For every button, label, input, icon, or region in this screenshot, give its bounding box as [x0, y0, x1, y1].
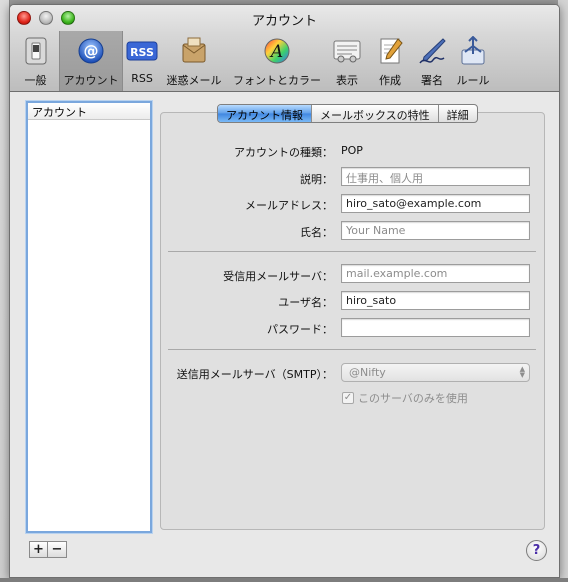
- junk-mail-icon: [162, 34, 226, 68]
- tab-account-information[interactable]: アカウント情報: [218, 105, 312, 122]
- only-this-server-checkbox[interactable]: ✓: [342, 392, 354, 404]
- help-button[interactable]: ?: [526, 540, 547, 561]
- section-divider: [168, 349, 536, 350]
- add-account-button[interactable]: +: [29, 541, 48, 558]
- toolbar-item-fonts-colors[interactable]: A フォントとカラー: [229, 31, 325, 91]
- accounts-list-header: アカウント: [28, 103, 150, 120]
- preferences-window: アカウント 一般 @ アカウント RSS RSS 迷惑メール A フォントとカラ…: [9, 4, 560, 578]
- accounts-list-buttons: + −: [29, 541, 67, 558]
- rss-icon: RSS: [124, 34, 160, 68]
- only-this-server-label: このサーバのみを使用: [358, 392, 468, 405]
- window-title: アカウント: [251, 14, 317, 29]
- only-this-server-row[interactable]: ✓ このサーバのみを使用: [342, 390, 468, 406]
- font-icon: A: [229, 34, 325, 68]
- full-name-label: 氏名：: [300, 226, 333, 239]
- popup-arrows-icon: ▲ ▼: [519, 365, 525, 379]
- remove-account-button[interactable]: −: [48, 541, 67, 558]
- toolbar-item-rules[interactable]: ルール: [454, 31, 492, 91]
- full-name-row: 氏名：: [160, 224, 333, 239]
- username-label: ユーザ名：: [278, 296, 333, 309]
- toolbar-item-general[interactable]: 一般: [13, 31, 58, 91]
- display-icon: [329, 34, 365, 68]
- toolbar-item-viewing[interactable]: 表示: [329, 31, 365, 91]
- full-name-field[interactable]: Your Name: [341, 221, 530, 240]
- accounts-list[interactable]: アカウント: [26, 101, 152, 533]
- smtp-server-popup[interactable]: @Nifty ▲ ▼: [341, 363, 530, 382]
- password-row: パスワード：: [160, 321, 333, 336]
- toolbar-item-junk-mail[interactable]: 迷惑メール: [162, 31, 226, 91]
- at-icon: @: [60, 34, 122, 68]
- toolbar-item-composing[interactable]: 作成: [371, 31, 409, 91]
- password-field[interactable]: [341, 318, 530, 337]
- toolbar: 一般 @ アカウント RSS RSS 迷惑メール A フォントとカラー 表示 作…: [10, 31, 559, 91]
- tab-advanced[interactable]: 詳細: [439, 105, 477, 122]
- desktop-bottom-edge: [0, 578, 568, 582]
- account-type-row: アカウントの種類：: [160, 144, 333, 159]
- svg-text:RSS: RSS: [130, 46, 154, 59]
- email-field[interactable]: hiro_sato@example.com: [341, 194, 530, 213]
- smtp-server-value: @Nifty: [349, 366, 386, 379]
- tab-mailbox-behaviors[interactable]: メールボックスの特性: [312, 105, 439, 122]
- signature-icon: [413, 34, 451, 68]
- toolbar-item-rss[interactable]: RSS RSS: [124, 31, 160, 91]
- smtp-label: 送信用メールサーバ（SMTP）：: [176, 368, 333, 381]
- password-label: パスワード：: [267, 323, 333, 336]
- compose-icon: [371, 34, 409, 68]
- email-label: メールアドレス：: [245, 199, 333, 212]
- username-field[interactable]: hiro_sato: [341, 291, 530, 310]
- smtp-row: 送信用メールサーバ（SMTP）：: [160, 366, 333, 381]
- switch-icon: [13, 34, 58, 68]
- toolbar-item-signatures[interactable]: 署名: [413, 31, 451, 91]
- titlebar: アカウント 一般 @ アカウント RSS RSS 迷惑メール A フォントとカラ…: [10, 5, 559, 92]
- section-divider: [168, 251, 536, 252]
- description-row: 説明：: [160, 171, 333, 186]
- svg-text:@: @: [84, 42, 99, 60]
- description-label: 説明：: [300, 173, 333, 186]
- svg-text:A: A: [269, 42, 283, 62]
- incoming-server-row: 受信用メールサーバ：: [160, 268, 333, 283]
- rules-icon: [454, 34, 492, 68]
- account-type-value: POP: [341, 144, 363, 157]
- account-tabs: アカウント情報 メールボックスの特性 詳細: [217, 104, 478, 123]
- incoming-server-label: 受信用メールサーバ：: [223, 270, 333, 283]
- email-row: メールアドレス：: [160, 197, 333, 212]
- incoming-server-field[interactable]: mail.example.com: [341, 264, 530, 283]
- toolbar-item-accounts[interactable]: @ アカウント: [59, 31, 123, 91]
- account-type-label: アカウントの種類：: [234, 146, 333, 159]
- username-row: ユーザ名：: [160, 294, 333, 309]
- description-field[interactable]: 仕事用、個人用: [341, 167, 530, 186]
